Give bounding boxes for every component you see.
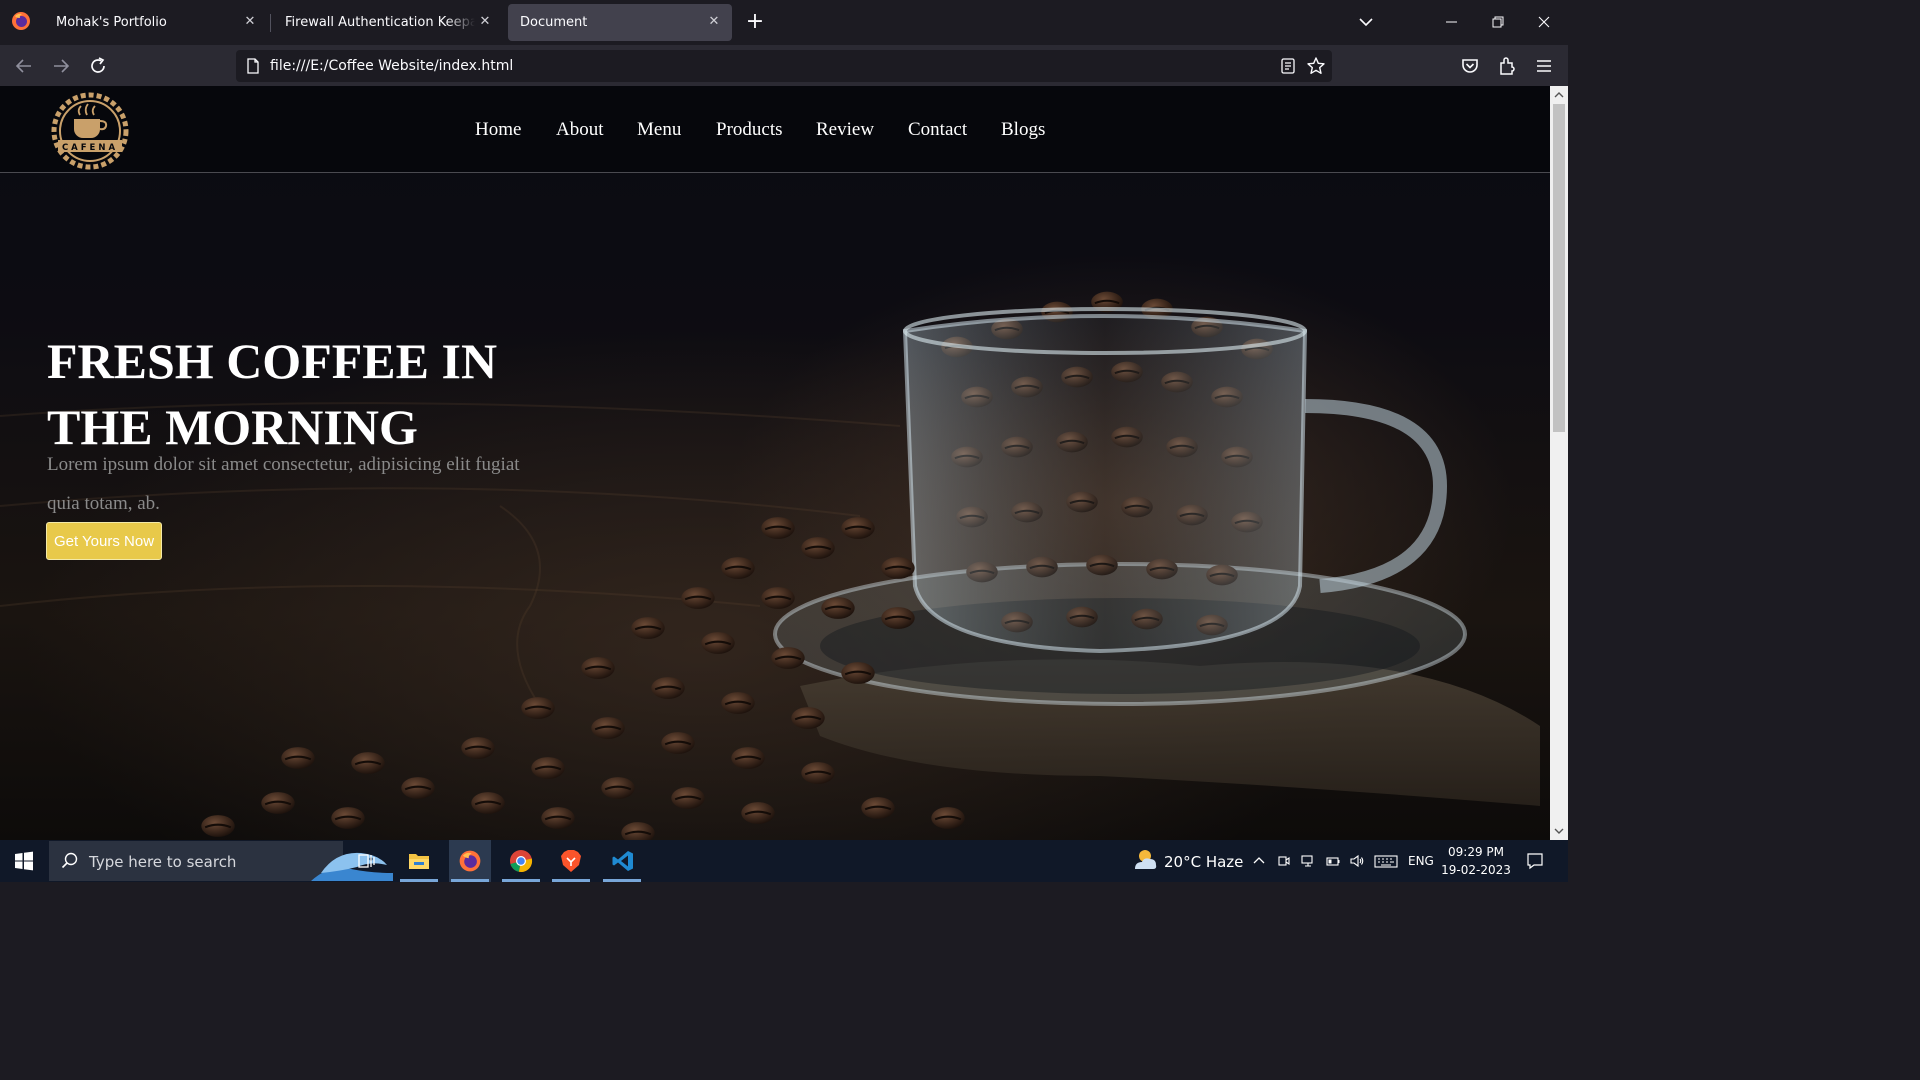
url-text[interactable]: file:///E:/Coffee Website/index.html bbox=[270, 58, 513, 74]
minimize-icon[interactable] bbox=[1440, 10, 1464, 34]
keyboard-icon[interactable] bbox=[1374, 853, 1398, 869]
pocket-icon[interactable] bbox=[1458, 54, 1482, 78]
tab-separator bbox=[270, 14, 271, 32]
tab-document[interactable]: Document ✕ bbox=[508, 4, 732, 41]
file-explorer-button[interactable] bbox=[398, 840, 440, 882]
page-scrollbar[interactable] bbox=[1550, 86, 1568, 840]
task-view-button[interactable] bbox=[346, 840, 388, 882]
scroll-thumb[interactable] bbox=[1553, 104, 1565, 432]
new-tab-button[interactable]: + bbox=[743, 10, 767, 34]
chrome-taskbar-button[interactable] bbox=[500, 840, 542, 882]
tab-firewall-authentication[interactable]: Firewall Authentication Keepalive Window… bbox=[273, 4, 499, 41]
tab-title: Firewall Authentication Keepalive Window bbox=[285, 15, 475, 30]
page-icon[interactable] bbox=[244, 57, 262, 75]
nav-review[interactable]: Review bbox=[816, 119, 874, 141]
weather-text[interactable]: 20°C Haze bbox=[1164, 853, 1243, 871]
extensions-icon[interactable] bbox=[1495, 54, 1519, 78]
address-bar[interactable]: file:///E:/Coffee Website/index.html bbox=[236, 50, 1332, 82]
running-indicator bbox=[603, 879, 641, 882]
restore-icon[interactable] bbox=[1486, 10, 1510, 34]
windows-start-icon[interactable] bbox=[14, 851, 34, 871]
reader-view-icon[interactable] bbox=[1279, 57, 1297, 75]
navigation-toolbar: file:///E:/Coffee Website/index.html bbox=[0, 45, 1568, 86]
cafena-logo[interactable]: CAFENA bbox=[44, 91, 136, 171]
logo-text: CAFENA bbox=[62, 143, 118, 153]
close-window-icon[interactable] bbox=[1532, 10, 1556, 34]
tab-title: Mohak's Portfolio bbox=[56, 15, 167, 30]
scroll-down-icon[interactable] bbox=[1554, 826, 1564, 836]
vscode-taskbar-button[interactable] bbox=[601, 840, 643, 882]
reload-icon[interactable] bbox=[86, 54, 110, 78]
running-indicator bbox=[502, 879, 540, 882]
nav-menu[interactable]: Menu bbox=[637, 119, 681, 141]
notification-center-icon[interactable] bbox=[1526, 852, 1544, 870]
vscode-icon bbox=[612, 851, 633, 871]
running-indicator bbox=[400, 879, 438, 882]
get-yours-now-button[interactable]: Get Yours Now bbox=[46, 522, 162, 560]
windows-taskbar: Type here to search 20°C Haze ENG 09:29 … bbox=[0, 840, 1568, 882]
folder-icon bbox=[409, 854, 429, 869]
search-icon bbox=[61, 852, 78, 869]
list-all-tabs-icon[interactable] bbox=[1356, 12, 1376, 32]
nav-contact[interactable]: Contact bbox=[908, 119, 967, 141]
running-indicator bbox=[552, 879, 590, 882]
clock-date[interactable]: 19-02-2023 bbox=[1441, 863, 1511, 877]
firefox-icon[interactable] bbox=[10, 10, 32, 32]
close-tab-icon[interactable]: ✕ bbox=[242, 14, 258, 30]
task-view-icon bbox=[358, 854, 375, 868]
nav-blogs[interactable]: Blogs bbox=[1001, 119, 1045, 141]
chrome-icon bbox=[510, 850, 533, 872]
hero-text: Lorem ipsum dolor sit amet consectetur, … bbox=[47, 454, 520, 514]
search-placeholder: Type here to search bbox=[89, 853, 237, 871]
weather-haze-icon[interactable] bbox=[1131, 847, 1159, 875]
page-viewport: CAFENA Home About Menu Products Review C… bbox=[0, 86, 1550, 840]
chevron-up-icon[interactable] bbox=[1251, 853, 1267, 869]
scroll-up-icon[interactable] bbox=[1554, 90, 1564, 100]
tab-mohaks-portfolio[interactable]: Mohak's Portfolio ✕ bbox=[44, 4, 268, 41]
firefox-icon bbox=[459, 850, 481, 872]
bookmark-star-icon[interactable] bbox=[1306, 56, 1326, 76]
hero-title: FRESH COFFEE IN THE MORNING bbox=[47, 333, 498, 455]
brave-icon bbox=[561, 850, 581, 872]
nav-home[interactable]: Home bbox=[475, 119, 521, 141]
brave-taskbar-button[interactable] bbox=[550, 840, 592, 882]
close-tab-icon[interactable]: ✕ bbox=[477, 14, 493, 30]
nav-about[interactable]: About bbox=[556, 119, 604, 141]
back-icon[interactable] bbox=[12, 54, 36, 78]
taskbar-search[interactable]: Type here to search bbox=[49, 841, 393, 881]
network-icon[interactable] bbox=[1300, 853, 1316, 869]
tab-title: Document bbox=[520, 15, 588, 30]
site-header: CAFENA Home About Menu Products Review C… bbox=[0, 86, 1550, 173]
close-tab-icon[interactable]: ✕ bbox=[706, 14, 722, 30]
forward-icon[interactable] bbox=[49, 54, 73, 78]
tab-strip: Mohak's Portfolio ✕ Firewall Authenticat… bbox=[0, 0, 1568, 45]
running-indicator bbox=[451, 879, 489, 882]
battery-icon[interactable] bbox=[1325, 853, 1341, 869]
menu-icon[interactable] bbox=[1532, 54, 1556, 78]
nav-products[interactable]: Products bbox=[716, 119, 783, 141]
firefox-taskbar-button[interactable] bbox=[449, 840, 491, 882]
input-language[interactable]: ENG bbox=[1408, 854, 1434, 868]
volume-icon[interactable] bbox=[1349, 853, 1365, 869]
meet-now-icon[interactable] bbox=[1276, 853, 1292, 869]
clock-time[interactable]: 09:29 PM bbox=[1441, 845, 1511, 859]
